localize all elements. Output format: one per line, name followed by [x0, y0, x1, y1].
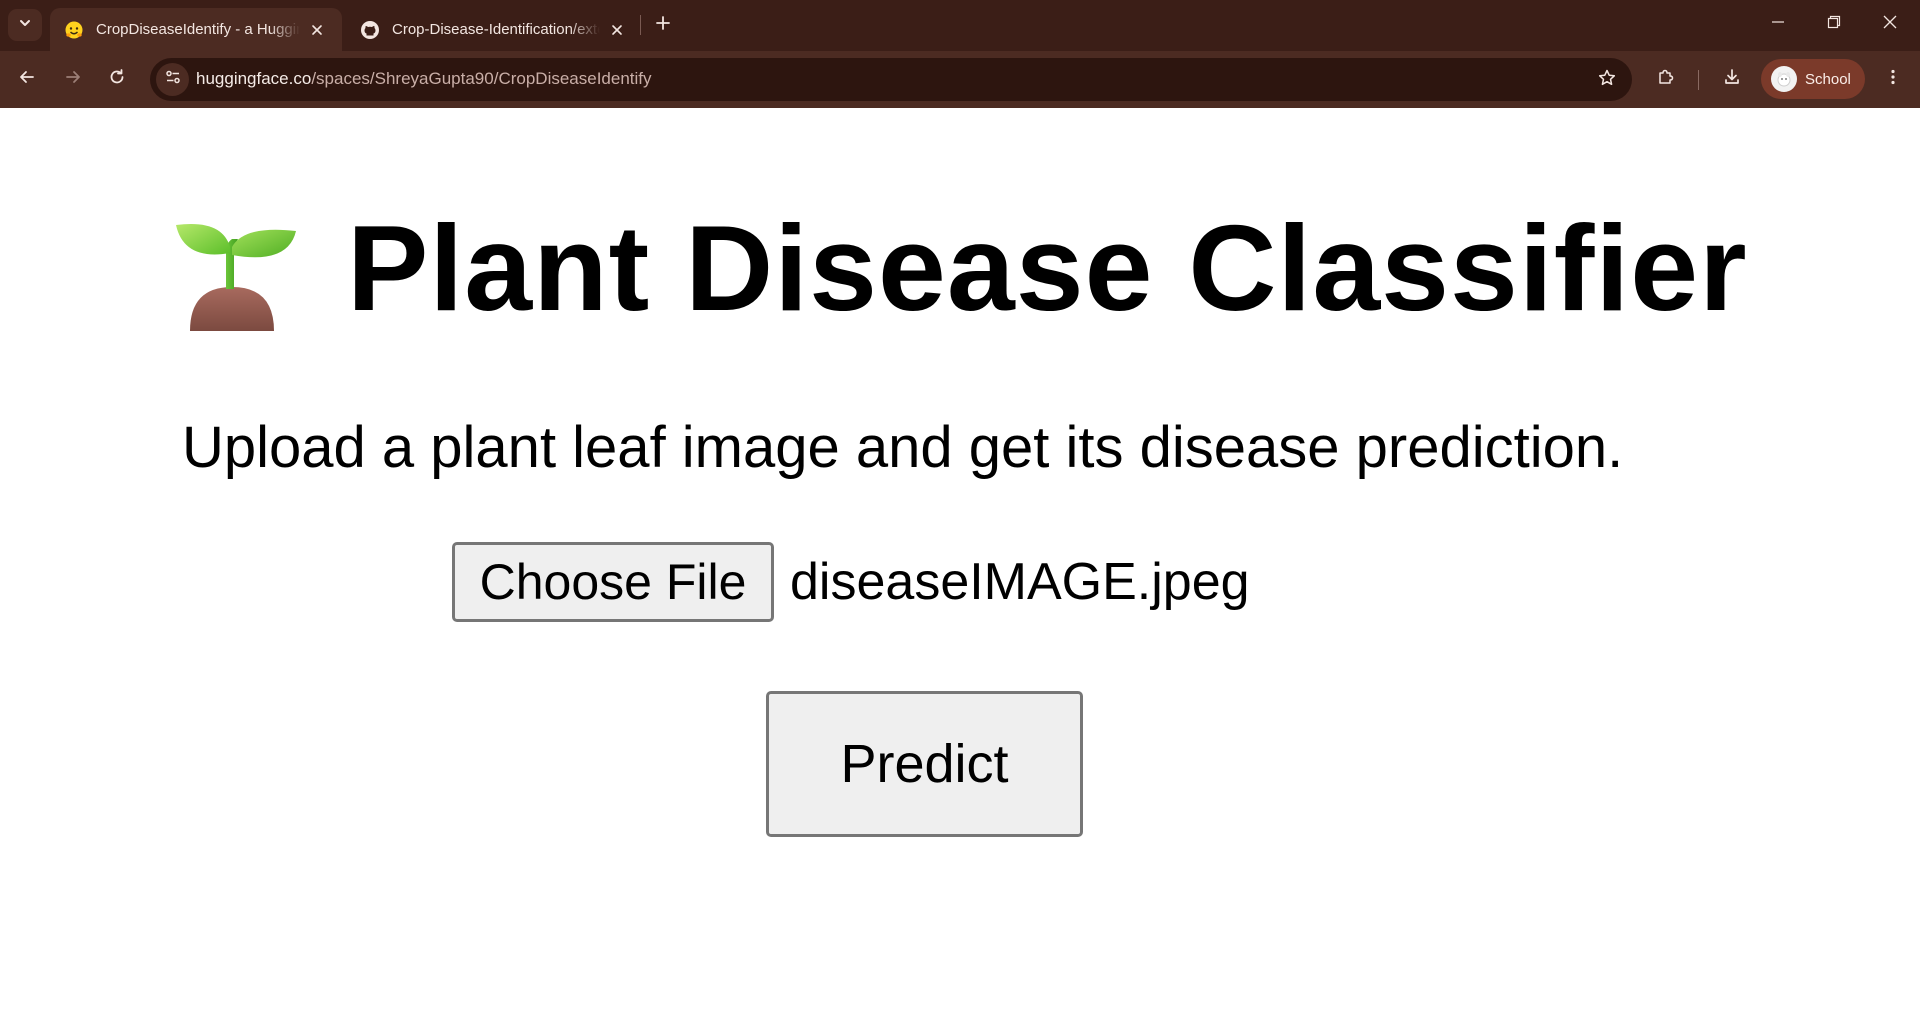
star-icon — [1597, 68, 1617, 93]
browser-menu-button[interactable] — [1876, 62, 1910, 96]
downloads-button[interactable] — [1715, 62, 1749, 96]
browser-toolbar: huggingface.co/spaces/ShreyaGupta90/Crop… — [0, 51, 1920, 108]
page-content: Plant Disease Classifier Upload a plant … — [0, 108, 1920, 1020]
hugging-face-icon — [64, 20, 84, 40]
minimize-icon — [1771, 15, 1785, 34]
reload-button[interactable] — [100, 62, 134, 96]
url-host: huggingface.co — [196, 69, 312, 88]
tab-huggingface[interactable]: CropDiseaseIdentify - a Hugging Face Spa… — [50, 8, 342, 51]
page-title: Plant Disease Classifier — [347, 200, 1748, 336]
profile-chip[interactable]: School — [1761, 59, 1865, 99]
avatar — [1771, 66, 1797, 92]
back-button[interactable] — [10, 62, 44, 96]
restore-button[interactable] — [1806, 0, 1862, 48]
tab-strip: CropDiseaseIdentify - a Hugging Face Spa… — [0, 0, 1920, 51]
tab-separator — [640, 15, 641, 35]
minimize-button[interactable] — [1750, 0, 1806, 48]
close-tab-icon[interactable] — [606, 19, 628, 41]
reload-icon — [108, 68, 126, 91]
arrow-left-icon — [18, 68, 36, 91]
forward-button[interactable] — [56, 62, 90, 96]
restore-icon — [1827, 15, 1841, 34]
selected-file-name: diseaseIMAGE.jpeg — [790, 553, 1250, 611]
profile-label: School — [1805, 70, 1851, 88]
new-tab-button[interactable] — [650, 12, 676, 38]
choose-file-button[interactable]: Choose File — [452, 542, 774, 622]
page-description: Upload a plant leaf image and get its di… — [182, 415, 1624, 480]
more-vertical-icon — [1884, 68, 1902, 91]
puzzle-icon — [1656, 67, 1676, 92]
close-tab-icon[interactable] — [306, 19, 328, 41]
tab-github[interactable]: Crop-Disease-Identification/extension — [346, 8, 642, 51]
close-window-button[interactable] — [1862, 0, 1918, 48]
plus-icon — [655, 15, 671, 36]
predict-button[interactable]: Predict — [766, 691, 1083, 837]
toolbar-separator — [1698, 70, 1699, 90]
seedling-icon — [170, 203, 300, 333]
tune-icon — [164, 68, 182, 91]
download-icon — [1722, 67, 1742, 92]
tab-title: CropDiseaseIdentify - a Hugging Face Spa… — [96, 21, 300, 38]
site-info-button[interactable] — [156, 63, 189, 96]
url-path: /spaces/ShreyaGupta90/CropDiseaseIdentif… — [311, 69, 652, 88]
page-heading: Plant Disease Classifier — [170, 198, 1748, 338]
url-text[interactable]: huggingface.co/spaces/ShreyaGupta90/Crop… — [196, 69, 652, 89]
bookmark-star-button[interactable] — [1594, 67, 1620, 93]
file-upload: Choose File diseaseIMAGE.jpeg — [452, 542, 1250, 622]
extensions-button[interactable] — [1649, 62, 1683, 96]
address-bar[interactable]: huggingface.co/spaces/ShreyaGupta90/Crop… — [150, 58, 1632, 101]
tab-title: Crop-Disease-Identification/extension — [392, 21, 600, 38]
tab-search-button[interactable] — [8, 9, 42, 41]
chevron-down-icon — [18, 16, 32, 35]
arrow-right-icon — [64, 68, 82, 91]
close-icon — [1883, 15, 1897, 34]
github-icon — [360, 20, 380, 40]
